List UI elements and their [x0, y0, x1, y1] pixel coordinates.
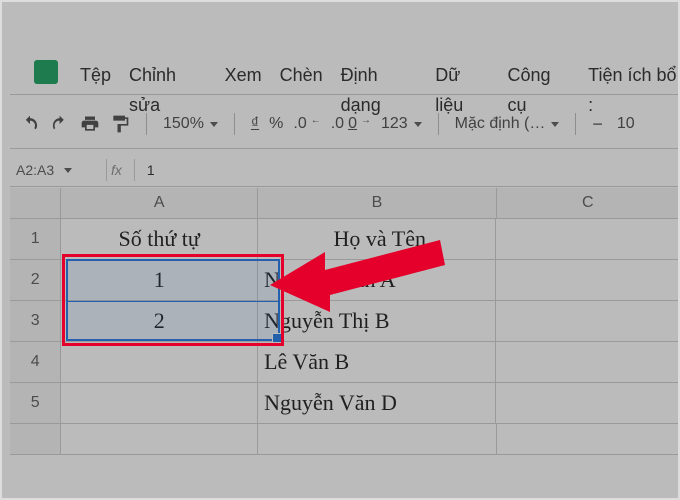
number-format-select[interactable]: 123 [381, 115, 422, 133]
cell-A4[interactable] [61, 342, 258, 382]
cell-A5[interactable] [61, 383, 258, 423]
row-header-5[interactable]: 5 [10, 383, 61, 423]
separator [10, 186, 680, 187]
name-box[interactable]: A2:A3 [10, 162, 106, 178]
menu-edit[interactable]: Chỉnh sửa [129, 60, 207, 90]
zoom-select[interactable]: 150% [163, 115, 218, 133]
fx-label: fx [111, 162, 122, 178]
separator [10, 94, 680, 95]
formula-bar: A2:A3 fx 1 [10, 154, 680, 186]
select-all-corner[interactable] [10, 188, 61, 218]
toolbar: 150% ₫ % .0← .00→ 123 Mặc định (… − 10 + [20, 104, 680, 144]
sheets-logo [34, 60, 58, 84]
row-header-1[interactable]: 1 [10, 219, 61, 259]
cell-A2[interactable]: 1 [61, 260, 258, 300]
cell-A1[interactable]: Số thứ tự [61, 219, 258, 259]
column-header-C[interactable]: C [497, 188, 680, 218]
chevron-down-icon [64, 168, 72, 173]
cell-B1[interactable]: Họ và Tên [258, 219, 496, 259]
menu-format[interactable]: Định dạng [341, 60, 418, 90]
undo-icon[interactable] [20, 114, 40, 134]
cell-A6[interactable] [61, 424, 258, 454]
menubar: Tệp Chỉnh sửa Xem Chèn Định dạng Dữ liệu… [80, 60, 680, 90]
name-box-value: A2:A3 [16, 162, 54, 178]
cell-C4[interactable] [496, 342, 680, 382]
percent-button[interactable]: % [269, 115, 283, 133]
formula-input[interactable]: 1 [147, 162, 155, 178]
decrease-decimal-button[interactable]: .0← [293, 115, 320, 133]
redo-icon[interactable] [50, 114, 70, 134]
print-icon[interactable] [80, 114, 100, 134]
cell-B6[interactable] [258, 424, 496, 454]
column-header-A[interactable]: A [61, 188, 258, 218]
font-size-decrease[interactable]: − [592, 114, 603, 135]
row-header-6[interactable] [10, 424, 61, 454]
menu-view[interactable]: Xem [225, 60, 262, 90]
cell-A3[interactable]: 2 [61, 301, 258, 341]
font-size-input[interactable]: 10 [617, 115, 635, 133]
cell-C2[interactable] [496, 260, 680, 300]
cell-C6[interactable] [497, 424, 680, 454]
menu-data[interactable]: Dữ liệu [435, 60, 489, 90]
separator [10, 148, 680, 149]
cell-C1[interactable] [496, 219, 680, 259]
menu-extensions[interactable]: Tiện ích bổ : [588, 60, 680, 90]
column-header-B[interactable]: B [258, 188, 496, 218]
cell-B3[interactable]: Nguyễn Thị B [258, 301, 496, 341]
chevron-down-icon [414, 122, 422, 127]
menu-insert[interactable]: Chèn [280, 60, 323, 90]
font-family-select[interactable]: Mặc định (… [455, 115, 560, 133]
paint-format-icon[interactable] [110, 114, 130, 134]
cell-C3[interactable] [496, 301, 680, 341]
menu-tools[interactable]: Công cụ [508, 60, 571, 90]
chevron-down-icon [551, 122, 559, 127]
menu-file[interactable]: Tệp [80, 60, 111, 90]
currency-button[interactable]: ₫ [251, 115, 259, 133]
spreadsheet-grid[interactable]: A B C 1 Số thứ tự Họ và Tên 2 1 Nguyễn V… [10, 188, 680, 500]
increase-decimal-button[interactable]: .00→ [331, 115, 371, 133]
cell-B4[interactable]: Lê Văn B [258, 342, 496, 382]
row-header-4[interactable]: 4 [10, 342, 61, 382]
row-header-3[interactable]: 3 [10, 301, 61, 341]
cell-B2[interactable]: Nguyễn Văn A [258, 260, 496, 300]
row-header-2[interactable]: 2 [10, 260, 61, 300]
chevron-down-icon [210, 122, 218, 127]
cell-C5[interactable] [496, 383, 680, 423]
cell-B5[interactable]: Nguyễn Văn D [258, 383, 496, 423]
